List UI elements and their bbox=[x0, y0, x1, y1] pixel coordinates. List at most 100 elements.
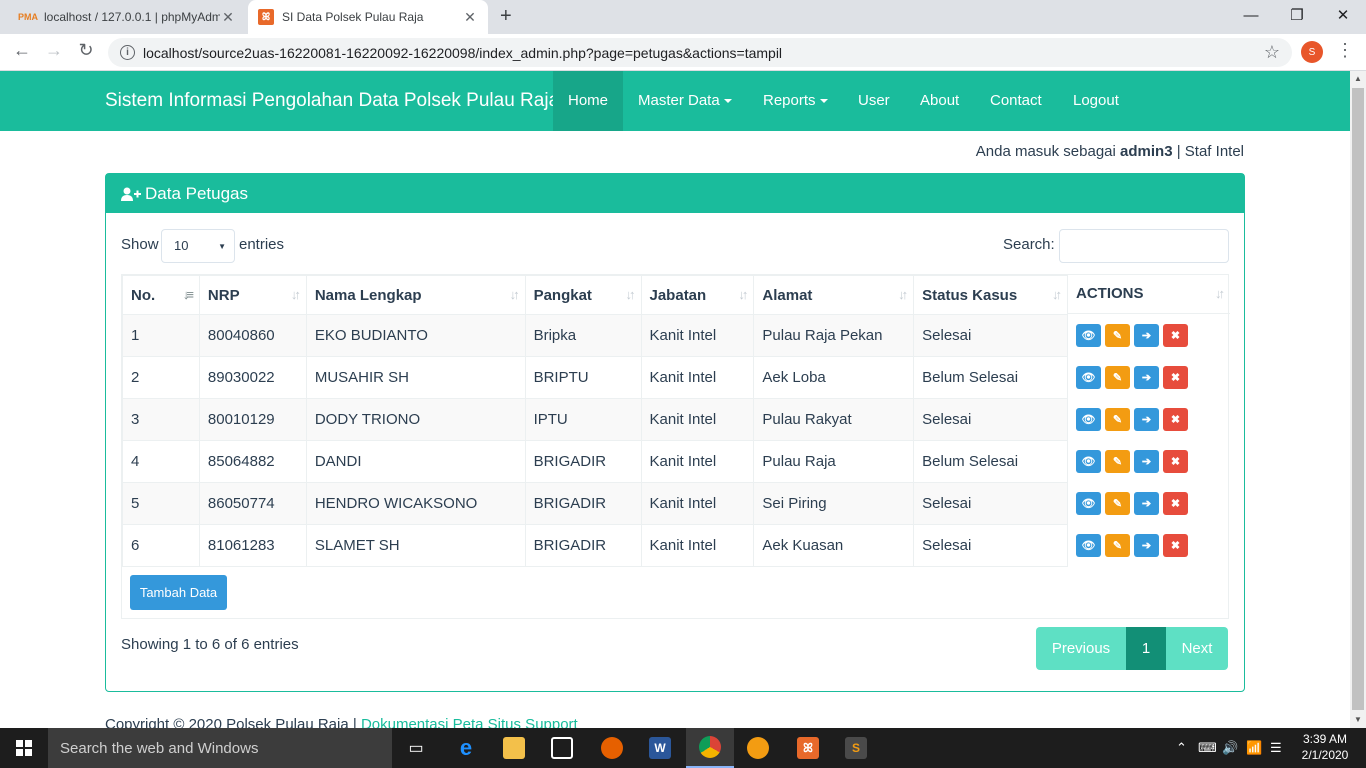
arrow-right-icon: ➔ bbox=[1141, 455, 1152, 468]
url-bar[interactable]: i localhost/source2uas-16220081-16220092… bbox=[108, 38, 1292, 67]
tray-chevron-icon[interactable]: ⌃ bbox=[1176, 728, 1187, 768]
sort-icon: ↓↑ bbox=[290, 287, 301, 302]
browser-menu-icon[interactable]: ⋮ bbox=[1336, 40, 1354, 61]
col-pangkat[interactable]: Pangkat ↓↑ bbox=[524, 275, 642, 315]
minimize-icon[interactable]: — bbox=[1228, 0, 1274, 30]
delete-button[interactable]: ✖ bbox=[1163, 407, 1188, 431]
task-view-icon[interactable]: ▭ bbox=[392, 728, 440, 768]
showing-info: Showing 1 to 6 of 6 entries bbox=[121, 636, 299, 653]
site-info-icon[interactable]: i bbox=[120, 45, 135, 60]
view-button[interactable]: 👁 bbox=[1076, 365, 1101, 389]
close-tab-icon[interactable]: ✕ bbox=[462, 9, 478, 26]
col-actions[interactable]: ACTIONS ↓↑ bbox=[1068, 275, 1230, 314]
nav-about[interactable]: About bbox=[905, 71, 974, 131]
nav-master-data[interactable]: Master Data bbox=[623, 71, 747, 131]
site-brand[interactable]: Sistem Informasi Pengolahan Data Polsek … bbox=[105, 71, 559, 131]
col-no[interactable]: No. ↓≡ bbox=[122, 275, 200, 315]
login-role: Staf Intel bbox=[1184, 143, 1244, 160]
current-page-button[interactable]: 1 bbox=[1126, 627, 1166, 670]
footer-links[interactable]: Dokumentasi Peta Situs Support bbox=[361, 716, 578, 728]
next-page-button[interactable]: Next bbox=[1166, 627, 1228, 670]
col-nrp[interactable]: NRP ↓↑ bbox=[198, 275, 307, 315]
view-button[interactable]: 👁 bbox=[1076, 407, 1101, 431]
forward-icon[interactable]: → bbox=[42, 40, 66, 61]
view-button[interactable]: 👁 bbox=[1076, 533, 1101, 557]
chrome-icon[interactable] bbox=[686, 728, 734, 768]
scroll-down-icon[interactable]: ▼ bbox=[1350, 712, 1366, 728]
restore-icon[interactable]: ❐ bbox=[1274, 0, 1320, 30]
delete-button[interactable]: ✖ bbox=[1163, 365, 1188, 389]
close-tab-icon[interactable]: ✕ bbox=[220, 9, 236, 26]
edit-button[interactable]: ✎ bbox=[1105, 449, 1130, 473]
tab-si-data-polsek[interactable]: ꕤ SI Data Polsek Pulau Raja ✕ bbox=[248, 0, 488, 34]
delete-button[interactable]: ✖ bbox=[1163, 449, 1188, 473]
page-scrollbar[interactable]: ▲ ▼ bbox=[1350, 71, 1366, 728]
col-nama-lengkap[interactable]: Nama Lengkap ↓↑ bbox=[305, 275, 526, 315]
detail-button[interactable]: ➔ bbox=[1134, 491, 1159, 515]
word-icon[interactable]: W bbox=[636, 728, 684, 768]
entries-length-select[interactable]: 10 ▼ bbox=[161, 229, 235, 263]
edit-button[interactable]: ✎ bbox=[1105, 533, 1130, 557]
nav-logout[interactable]: Logout bbox=[1058, 71, 1134, 131]
close-window-icon[interactable]: ✕ bbox=[1320, 0, 1366, 30]
tambah-data-button[interactable]: Tambah Data bbox=[130, 575, 227, 610]
col-alamat[interactable]: Alamat ↓↑ bbox=[753, 275, 915, 315]
file-explorer-icon[interactable] bbox=[490, 728, 538, 768]
store-icon[interactable] bbox=[538, 728, 586, 768]
nav-user[interactable]: User bbox=[843, 71, 905, 131]
page-footer: Copyright © 2020 Polsek Pulau Raja | Dok… bbox=[105, 716, 578, 728]
view-button[interactable]: 👁 bbox=[1076, 449, 1101, 473]
delete-button[interactable]: ✖ bbox=[1163, 491, 1188, 515]
sort-icon: ↓↑ bbox=[1052, 287, 1062, 302]
taskbar-clock[interactable]: 3:39 AM 2/1/2020 bbox=[1290, 731, 1360, 763]
view-button[interactable]: 👁 bbox=[1076, 323, 1101, 347]
windows-logo-icon bbox=[16, 740, 32, 756]
delete-button[interactable]: ✖ bbox=[1163, 533, 1188, 557]
volume-icon[interactable]: 🔊 bbox=[1222, 728, 1238, 768]
sort-asc-icon: ↓≡ bbox=[182, 287, 194, 302]
firefox-icon[interactable] bbox=[588, 728, 636, 768]
search-input[interactable] bbox=[1059, 229, 1229, 263]
sublime-icon[interactable]: S bbox=[832, 728, 880, 768]
edit-icon: ✎ bbox=[1112, 329, 1123, 342]
show-label: Show bbox=[121, 236, 159, 253]
detail-button[interactable]: ➔ bbox=[1134, 449, 1159, 473]
col-status-kasus[interactable]: Status Kasus ↓↑ bbox=[913, 275, 1068, 315]
edit-icon: ✎ bbox=[1112, 539, 1123, 552]
delete-button[interactable]: ✖ bbox=[1163, 323, 1188, 347]
edit-button[interactable]: ✎ bbox=[1105, 491, 1130, 515]
login-username: admin3 bbox=[1120, 143, 1173, 160]
detail-button[interactable]: ➔ bbox=[1134, 407, 1159, 431]
view-icon: 👁 bbox=[1081, 455, 1096, 468]
reload-icon[interactable]: ↻ bbox=[74, 40, 98, 61]
previous-page-button[interactable]: Previous bbox=[1036, 627, 1126, 670]
sort-icon: ↓↑ bbox=[1215, 286, 1225, 301]
xampp-taskbar-icon[interactable]: ꕤ bbox=[784, 728, 832, 768]
edit-button[interactable]: ✎ bbox=[1105, 407, 1130, 431]
view-icon: 👁 bbox=[1081, 497, 1096, 510]
nav-contact[interactable]: Contact bbox=[975, 71, 1057, 131]
scroll-up-icon[interactable]: ▲ bbox=[1350, 71, 1366, 87]
profile-avatar[interactable]: S bbox=[1301, 41, 1323, 63]
new-tab-icon[interactable]: + bbox=[500, 5, 512, 28]
edit-button[interactable]: ✎ bbox=[1105, 365, 1130, 389]
nav-home[interactable]: Home bbox=[553, 71, 624, 131]
nav-reports[interactable]: Reports bbox=[748, 71, 843, 131]
start-button[interactable] bbox=[0, 728, 48, 768]
taskbar-search[interactable]: Search the web and Windows bbox=[48, 728, 392, 768]
ime-icon[interactable]: ⌨ bbox=[1198, 728, 1217, 768]
detail-button[interactable]: ➔ bbox=[1134, 365, 1159, 389]
edge-icon[interactable]: e bbox=[442, 728, 490, 768]
back-icon[interactable]: ← bbox=[10, 40, 34, 61]
view-button[interactable]: 👁 bbox=[1076, 491, 1101, 515]
col-jabatan[interactable]: Jabatan ↓↑ bbox=[640, 275, 755, 315]
scroll-thumb[interactable] bbox=[1352, 88, 1364, 710]
network-icon[interactable]: 📶 bbox=[1246, 728, 1262, 768]
detail-button[interactable]: ➔ bbox=[1134, 533, 1159, 557]
action-center-icon[interactable]: ☰ bbox=[1270, 728, 1282, 768]
edit-button[interactable]: ✎ bbox=[1105, 323, 1130, 347]
bookmark-star-icon[interactable]: ☆ bbox=[1264, 42, 1280, 63]
search-tool-icon[interactable] bbox=[734, 728, 782, 768]
tab-phpmyadmin[interactable]: PMA localhost / 127.0.0.1 | phpMyAdmin ✕ bbox=[10, 0, 246, 34]
detail-button[interactable]: ➔ bbox=[1134, 323, 1159, 347]
